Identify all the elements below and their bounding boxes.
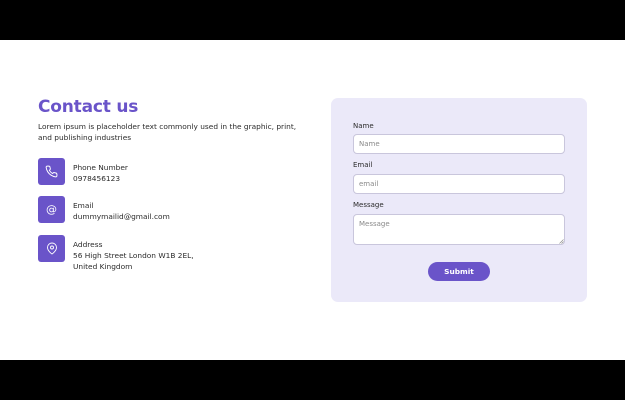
address-line-2: United Kingdom bbox=[73, 262, 133, 271]
phone-info: Phone Number 0978456123 bbox=[38, 158, 128, 185]
message-field-label: Message bbox=[353, 201, 384, 209]
resize-handle-icon[interactable] bbox=[559, 239, 564, 244]
address-line-1: 56 High Street London W1B 2EL, bbox=[73, 251, 194, 260]
contact-page: Contact us Lorem ipsum is placeholder te… bbox=[0, 40, 625, 360]
email-label: Email bbox=[73, 201, 94, 210]
contact-description: Lorem ipsum is placeholder text commonly… bbox=[38, 122, 297, 142]
contact-form: Name Email Message Submit bbox=[331, 98, 587, 302]
email-value: dummymailid@gmail.com bbox=[73, 212, 170, 221]
name-field-label: Name bbox=[353, 122, 374, 130]
name-input[interactable] bbox=[353, 134, 565, 154]
submit-button[interactable]: Submit bbox=[428, 262, 490, 281]
at-icon: @ bbox=[38, 196, 65, 223]
email-info: @ Email dummymailid@gmail.com bbox=[38, 196, 170, 223]
message-textarea[interactable] bbox=[353, 214, 565, 245]
phone-icon bbox=[38, 158, 65, 185]
address-info: Address 56 High Street London W1B 2EL, U… bbox=[38, 235, 194, 272]
location-pin-icon bbox=[38, 235, 65, 262]
address-label: Address bbox=[73, 240, 103, 249]
phone-label: Phone Number bbox=[73, 163, 128, 172]
email-field-label: Email bbox=[353, 161, 373, 169]
email-input[interactable] bbox=[353, 174, 565, 194]
phone-value: 0978456123 bbox=[73, 174, 121, 183]
page-title: Contact us bbox=[38, 97, 139, 117]
contact-info-section: Contact us Lorem ipsum is placeholder te… bbox=[38, 96, 308, 271]
